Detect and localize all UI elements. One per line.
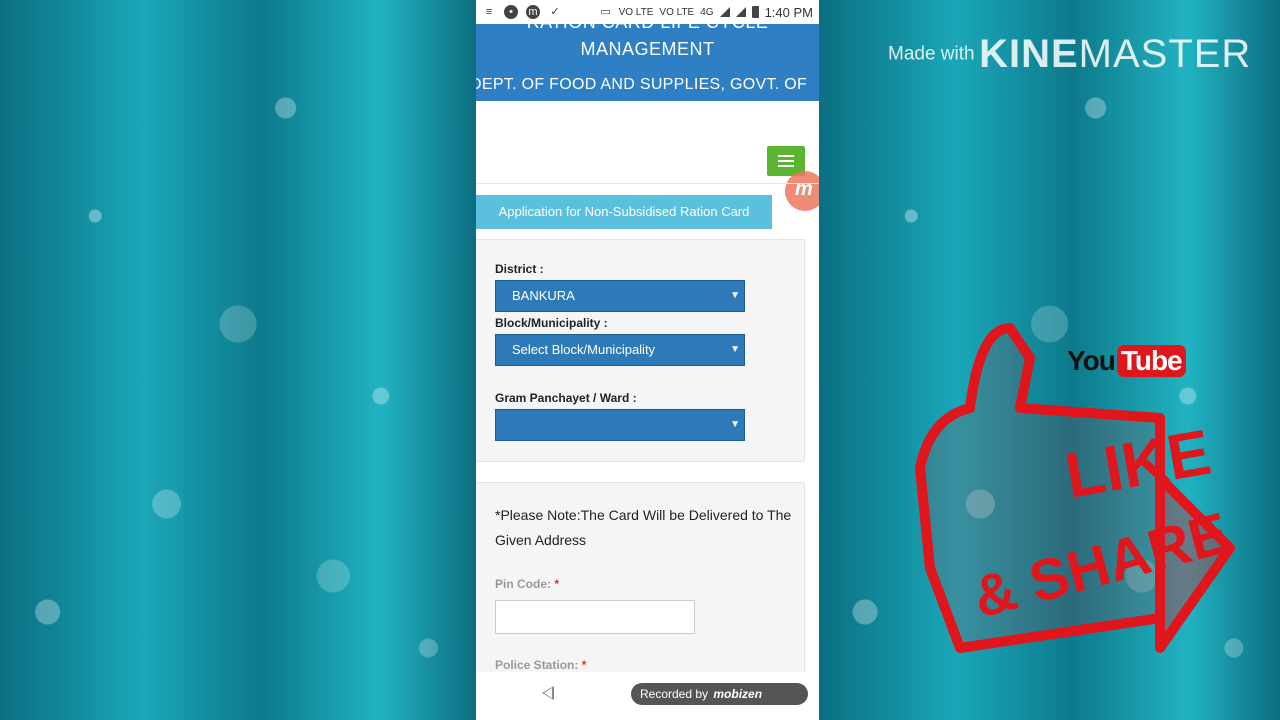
back-icon[interactable] — [542, 686, 554, 700]
hamburger-icon — [778, 155, 794, 157]
mobizen-timer: 03:36 — [798, 212, 814, 218]
youtube-logo: You Tube — [1067, 345, 1186, 377]
police-station-label: Police Station: * — [495, 658, 587, 672]
volte-badge-1: VO LTE — [618, 6, 654, 18]
phone-screen: ≡ • m ✓ ▭ VO LTE VO LTE 4G 1:40 PM RATIO… — [476, 0, 819, 720]
dropdown-caret-icon: ▼ — [730, 344, 740, 355]
status-bar: ≡ • m ✓ ▭ VO LTE VO LTE 4G 1:40 PM — [476, 0, 819, 24]
volte-badge-2: VO LTE — [659, 6, 695, 18]
divider — [476, 183, 819, 184]
battery-icon — [751, 6, 759, 18]
kinemaster-watermark: Made with KINEMASTER — [888, 32, 1252, 76]
dropdown-caret-icon: ▼ — [730, 290, 740, 301]
check-icon: ✓ — [550, 6, 560, 18]
gram-panchayet-label: Gram Panchayet / Ward : — [495, 391, 637, 405]
pin-code-input[interactable] — [495, 600, 695, 634]
mobizen-floating-button[interactable]: m 03:36 — [785, 171, 819, 218]
menu-lines-icon: ≡ — [485, 6, 493, 18]
recorded-by-badge: Recorded by mobizen — [631, 683, 808, 705]
delivery-note: *Please Note:The Card Will be Delivered … — [495, 507, 792, 548]
cast-icon: ▭ — [600, 6, 611, 18]
signal-icon — [719, 7, 730, 17]
header-dept: DEPT. OF FOOD AND SUPPLIES, GOVT. OF — [476, 76, 808, 93]
block-select[interactable]: Select Block/Municipality ▼ — [495, 334, 745, 366]
dropdown-caret-icon: ▼ — [730, 419, 740, 430]
android-nav-bar: Recorded by mobizen — [476, 672, 819, 720]
mobizen-icon: m — [526, 5, 540, 19]
message-icon: • — [504, 5, 518, 19]
status-time: 1:40 PM — [764, 4, 813, 20]
gram-panchayet-select[interactable]: ▼ — [495, 409, 745, 441]
block-label: Block/Municipality : — [495, 316, 608, 330]
district-label: District : — [495, 262, 544, 276]
signal-icon-2 — [735, 7, 746, 17]
address-panel: *Please Note:The Card Will be Delivered … — [476, 482, 805, 682]
background-left — [0, 0, 476, 720]
location-panel: District : BANKURA ▼ Block/Municipality :… — [476, 239, 805, 462]
district-select[interactable]: BANKURA ▼ — [495, 280, 745, 312]
network-type: 4G — [700, 6, 714, 18]
pin-code-label: Pin Code: * — [495, 577, 560, 591]
tab-application-non-subsidised[interactable]: Application for Non-Subsidised Ration Ca… — [476, 195, 772, 229]
site-header: RATION CARD LIFE CYCLE MANAGEMENT DEPT. … — [476, 12, 819, 101]
